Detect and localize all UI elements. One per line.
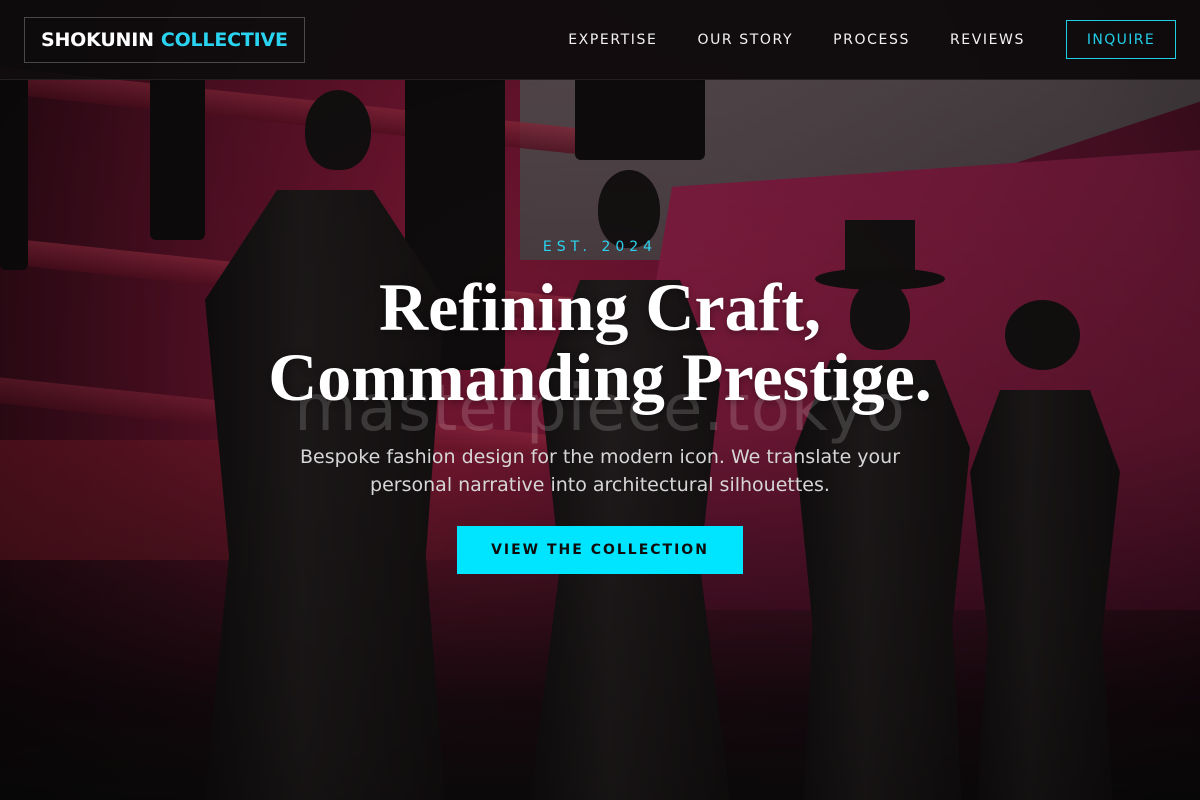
hero-headline-line2: Commanding Prestige. <box>268 339 932 415</box>
nav-link-expertise[interactable]: EXPERTISE <box>568 32 657 48</box>
hero-eyebrow: EST. 2024 <box>542 239 658 255</box>
nav-link-our-story[interactable]: OUR STORY <box>697 32 793 48</box>
inquire-button[interactable]: INQUIRE <box>1066 20 1176 59</box>
hero-headline-line1: Refining Craft, <box>379 269 821 345</box>
top-navbar: SHOKUNIN COLLECTIVE EXPERTISE OUR STORY … <box>0 0 1200 80</box>
brand-logo[interactable]: SHOKUNIN COLLECTIVE <box>24 16 305 63</box>
nav-link-reviews[interactable]: REVIEWS <box>950 32 1025 48</box>
nav-link-process[interactable]: PROCESS <box>833 32 910 48</box>
brand-name-primary: SHOKUNIN <box>41 28 154 51</box>
hero-headline: Refining Craft, Commanding Prestige. <box>0 272 1200 412</box>
hero-subtitle: Bespoke fashion design for the modern ic… <box>299 446 901 496</box>
view-collection-button[interactable]: VIEW THE COLLECTION <box>457 526 743 574</box>
brand-name-accent: COLLECTIVE <box>160 28 288 51</box>
hero-content: EST. 2024 masterpiece.tokyo Refining Cra… <box>0 0 1200 800</box>
nav-links: EXPERTISE OUR STORY PROCESS REVIEWS <box>568 32 1025 48</box>
